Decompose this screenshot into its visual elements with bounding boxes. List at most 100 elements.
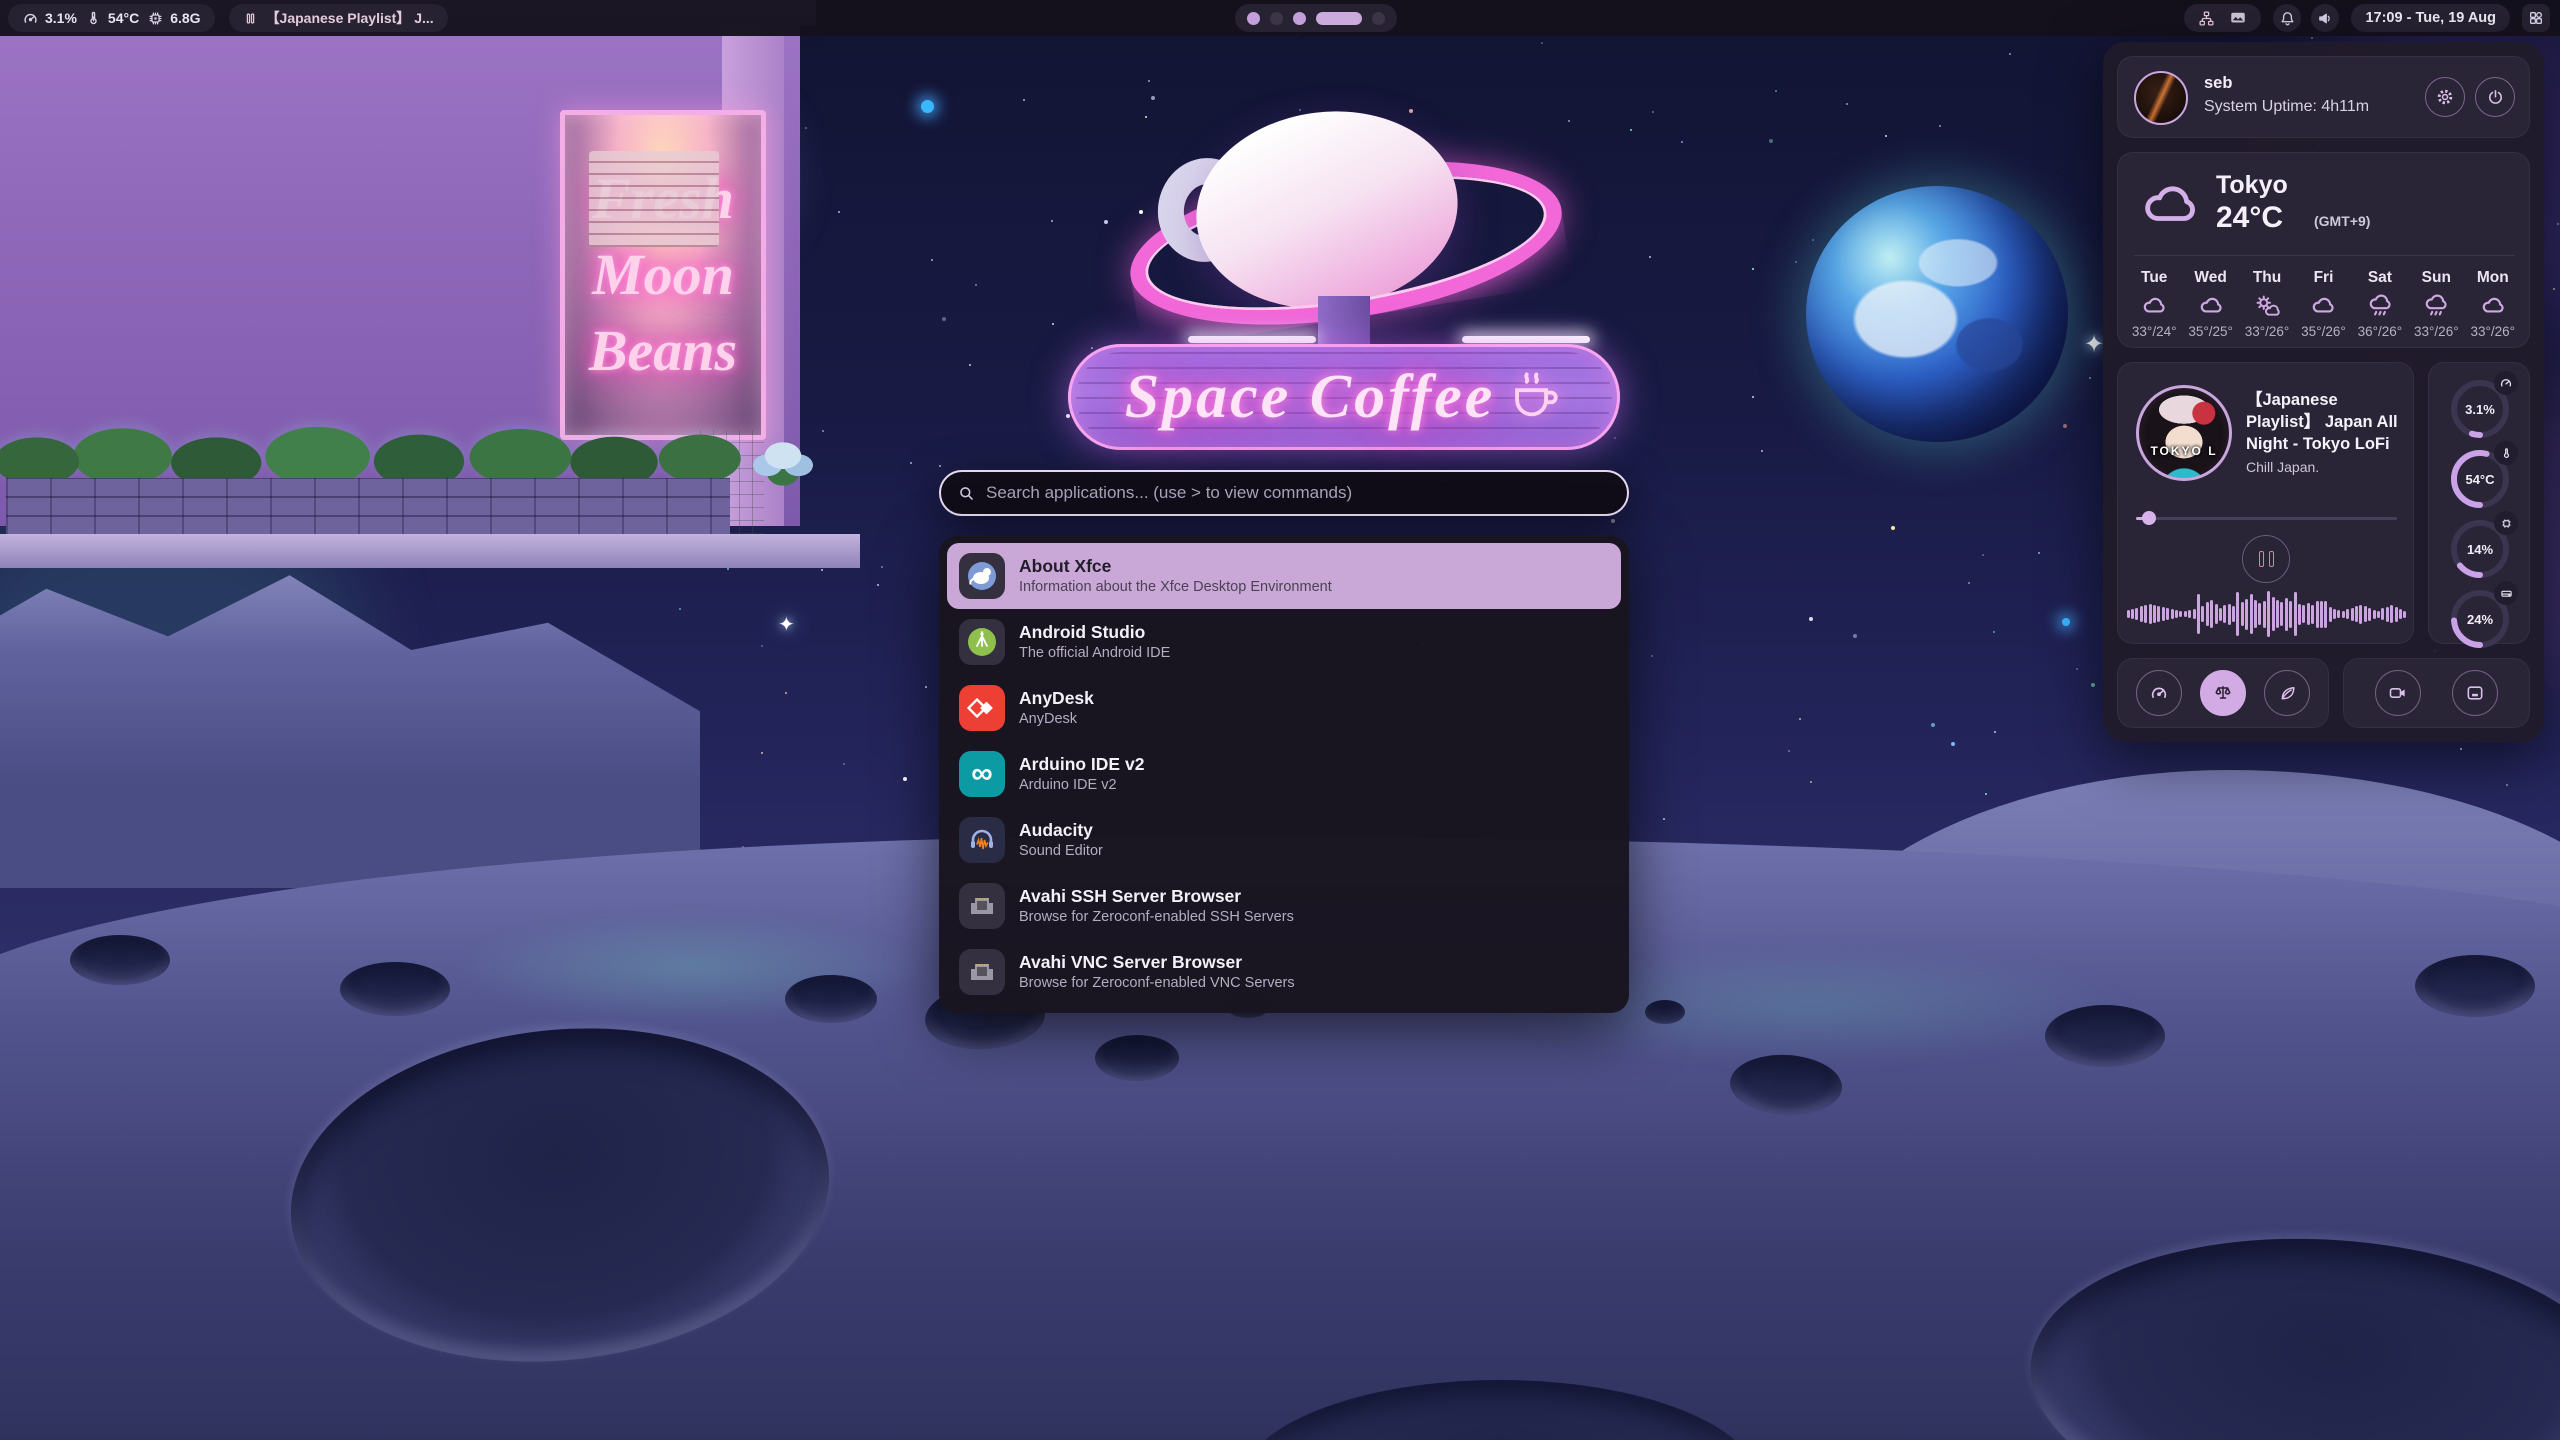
arduino-icon: ∞ bbox=[959, 751, 1005, 797]
workspace-dot[interactable] bbox=[1247, 12, 1260, 25]
xfce-icon bbox=[959, 553, 1005, 599]
user-name: seb bbox=[2204, 74, 2232, 93]
balanced-mode-button[interactable] bbox=[2200, 670, 2246, 716]
pause-button[interactable] bbox=[2242, 535, 2290, 583]
volume-button[interactable] bbox=[2311, 4, 2339, 32]
cpu-stat: 3.1% bbox=[22, 10, 77, 27]
top-bar: 3.1% 54°C 6.8G 【Japanese Playlist】 J... … bbox=[0, 0, 2560, 36]
settings-button[interactable] bbox=[2425, 77, 2465, 117]
weather-timezone: (GMT+9) bbox=[2314, 213, 2370, 229]
speedometer-icon bbox=[2494, 371, 2518, 395]
forecast-weather-icon bbox=[2422, 291, 2450, 320]
temp-gauge: 54°C bbox=[2448, 447, 2512, 511]
cloud-icon bbox=[2136, 175, 2202, 233]
network-port-icon bbox=[959, 949, 1005, 995]
forecast-day: Sun 33°/26° bbox=[2408, 265, 2464, 339]
glow-star bbox=[921, 100, 934, 113]
pause-icon bbox=[2259, 551, 2264, 567]
app-search-bar[interactable] bbox=[939, 470, 1629, 516]
clock-pill[interactable]: 17:09 - Tue, 19 Aug bbox=[2351, 4, 2510, 32]
app-name: Android Studio bbox=[1019, 622, 1145, 642]
powersave-mode-button[interactable] bbox=[2264, 670, 2310, 716]
disk-icon bbox=[2494, 581, 2518, 605]
screenshot-button[interactable] bbox=[2452, 670, 2498, 716]
mem-value: 6.8G bbox=[170, 10, 200, 26]
leaf-icon bbox=[2278, 684, 2297, 703]
crater bbox=[1645, 1000, 1685, 1024]
app-desc: The official Android IDE bbox=[1019, 645, 1170, 661]
album-art: TOKYO L bbox=[2136, 385, 2232, 481]
display-icon[interactable] bbox=[2229, 9, 2247, 27]
chip-icon bbox=[2494, 511, 2518, 535]
forecast-weather-icon bbox=[2366, 291, 2394, 320]
weather-card: Tokyo 24°C (GMT+9) Tue 33°/24° Wed bbox=[2117, 152, 2530, 348]
performance-mode-button[interactable] bbox=[2136, 670, 2182, 716]
track-subtitle: Chill Japan. bbox=[2246, 459, 2319, 475]
screen-record-button[interactable] bbox=[2375, 670, 2421, 716]
cpu-value: 3.1% bbox=[45, 10, 77, 26]
thermometer-icon bbox=[2494, 441, 2518, 465]
app-row-android-studio[interactable]: Android Studio The official Android IDE bbox=[947, 609, 1621, 675]
thermometer-icon bbox=[85, 10, 102, 27]
app-desc: Arduino IDE v2 bbox=[1019, 777, 1117, 793]
teal-glow-patch bbox=[430, 908, 950, 1028]
shop-window: Fresh Moon Beans bbox=[560, 110, 766, 440]
app-name: About Xfce bbox=[1019, 556, 1111, 576]
speedometer-icon bbox=[22, 10, 39, 27]
gear-icon bbox=[2435, 87, 2455, 107]
power-button[interactable] bbox=[2475, 77, 2515, 117]
power-icon bbox=[2486, 88, 2505, 107]
weather-temperature: 24°C bbox=[2216, 201, 2283, 235]
capture-card bbox=[2343, 658, 2530, 728]
grid-icon bbox=[2528, 10, 2544, 26]
workspace-dot[interactable] bbox=[1293, 12, 1306, 25]
app-name: Arduino IDE v2 bbox=[1019, 754, 1144, 774]
workspace-indicators[interactable] bbox=[1235, 4, 1397, 32]
app-grid-button[interactable] bbox=[2522, 4, 2550, 32]
search-icon bbox=[957, 484, 976, 503]
pause-icon bbox=[243, 11, 258, 26]
chip-icon bbox=[147, 10, 164, 27]
window-neon-text: Moon bbox=[592, 238, 734, 312]
anydesk-icon bbox=[959, 685, 1005, 731]
progress-knob[interactable] bbox=[2142, 511, 2156, 525]
avatar[interactable] bbox=[2134, 71, 2188, 125]
network-port-icon bbox=[959, 883, 1005, 929]
crater bbox=[2045, 1005, 2165, 1067]
forecast-weather-icon bbox=[2479, 291, 2507, 320]
workspace-dot[interactable] bbox=[1316, 12, 1362, 25]
crater bbox=[2415, 955, 2535, 1017]
media-pill[interactable]: 【Japanese Playlist】 J... bbox=[229, 4, 448, 32]
coffee-shop-building: Fresh Moon Beans bbox=[0, 0, 800, 560]
space-coffee-neon-sign: Space Coffee bbox=[1068, 344, 1620, 450]
app-row-avahi-ssh[interactable]: Avahi SSH Server Browser Browse for Zero… bbox=[947, 873, 1621, 939]
crater bbox=[1095, 1035, 1179, 1081]
network-icon[interactable] bbox=[2198, 10, 2215, 27]
forecast-weather-icon bbox=[2309, 291, 2337, 320]
coffee-cup-icon bbox=[1505, 366, 1563, 429]
window-neon-text: Beans bbox=[589, 314, 737, 388]
app-row-about-xfce[interactable]: About Xfce Information about the Xfce De… bbox=[947, 543, 1621, 609]
system-stats-pill[interactable]: 3.1% 54°C 6.8G bbox=[8, 4, 215, 32]
forecast-day: Sat 36°/26° bbox=[2352, 265, 2408, 339]
volume-icon bbox=[2317, 10, 2334, 27]
temp-stat: 54°C bbox=[85, 10, 139, 27]
workspace-dot[interactable] bbox=[1372, 12, 1385, 25]
notifications-button[interactable] bbox=[2273, 4, 2301, 32]
search-input[interactable] bbox=[986, 483, 1611, 503]
progress-bar[interactable] bbox=[2136, 511, 2397, 525]
app-row-audacity[interactable]: Audacity Sound Editor bbox=[947, 807, 1621, 873]
video-camera-icon bbox=[2388, 683, 2408, 703]
workspace-dot[interactable] bbox=[1270, 12, 1283, 25]
music-player-card: TOKYO L 【Japanese Playlist】 Japan All Ni… bbox=[2117, 362, 2414, 644]
track-title: 【Japanese Playlist】 Japan All Night - To… bbox=[2246, 389, 2402, 455]
app-row-anydesk[interactable]: AnyDesk AnyDesk bbox=[947, 675, 1621, 741]
tray-pill bbox=[2184, 4, 2261, 32]
crater bbox=[70, 935, 170, 985]
app-row-arduino[interactable]: ∞ Arduino IDE v2 Arduino IDE v2 bbox=[947, 741, 1621, 807]
user-card: seb System Uptime: 4h11m bbox=[2117, 56, 2530, 138]
flower-pot bbox=[748, 430, 818, 494]
app-row-avahi-vnc[interactable]: Avahi VNC Server Browser Browse for Zero… bbox=[947, 939, 1621, 1005]
system-gauges-card: 3.1% 54°C 14% 24% bbox=[2428, 362, 2530, 644]
crater bbox=[785, 975, 877, 1023]
